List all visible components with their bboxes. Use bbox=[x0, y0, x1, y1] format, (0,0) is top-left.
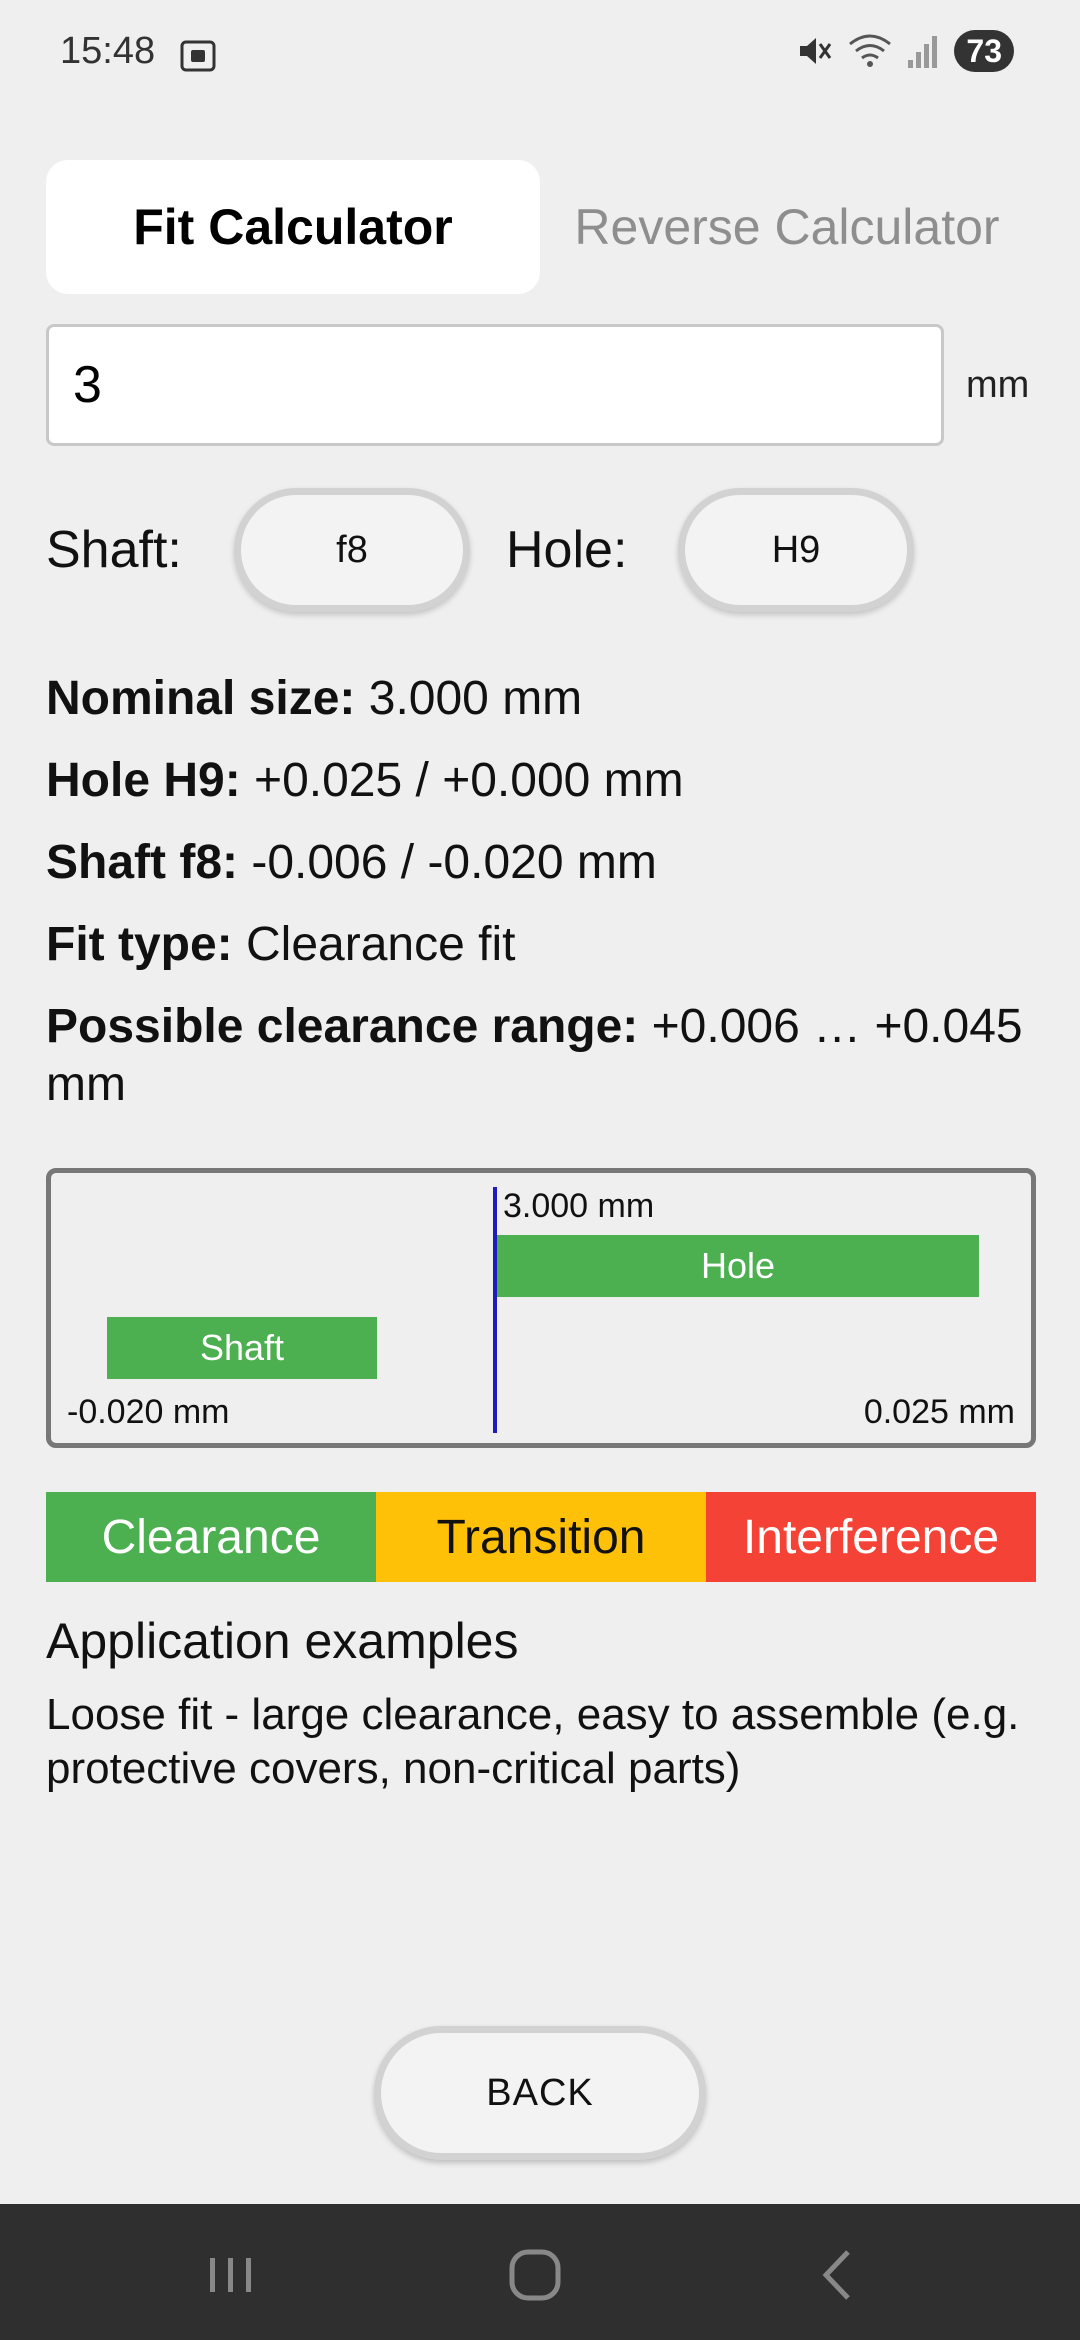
legend-interference: Interference bbox=[706, 1492, 1036, 1582]
back-icon[interactable] bbox=[804, 2240, 874, 2310]
hole-tolerance-button[interactable]: H9 bbox=[678, 488, 914, 612]
clearance-range-result: Possible clearance range: +0.006 … +0.04… bbox=[46, 1000, 1023, 1111]
home-icon[interactable] bbox=[500, 2240, 570, 2310]
legend-transition: Transition bbox=[376, 1492, 706, 1582]
fit-type-legend: Clearance Transition Interference bbox=[46, 1492, 1036, 1582]
wifi-icon bbox=[849, 34, 892, 67]
legend-clearance: Clearance bbox=[46, 1492, 376, 1582]
shaft-tolerance-button[interactable]: f8 bbox=[234, 488, 470, 612]
status-icons: 73 bbox=[796, 30, 1014, 72]
tab-reverse-calculator[interactable]: Reverse Calculator bbox=[540, 160, 1034, 294]
screenshot-icon bbox=[180, 40, 216, 72]
shaft-label: Shaft: bbox=[46, 521, 182, 579]
diagram-min-label: -0.020 mm bbox=[67, 1393, 230, 1431]
fit-type-result: Fit type: Clearance fit bbox=[46, 918, 516, 971]
status-bar: 15:48 73 bbox=[0, 0, 1080, 110]
signal-icon bbox=[908, 36, 938, 68]
back-button[interactable]: BACK bbox=[374, 2026, 706, 2160]
status-time: 15:48 bbox=[60, 30, 156, 72]
nominal-size-label: 3.000 mm bbox=[503, 1187, 655, 1225]
hole-label: Hole: bbox=[506, 521, 628, 579]
hole-tolerance-bar: Hole bbox=[497, 1235, 979, 1297]
nominal-size-result: Nominal size: 3.000 mm bbox=[46, 672, 583, 725]
calculator-tabs: Fit Calculator Reverse Calculator bbox=[46, 160, 1036, 294]
recents-icon[interactable] bbox=[196, 2240, 266, 2310]
nominal-zero-line bbox=[493, 1187, 497, 1433]
diagram-max-label: 0.025 mm bbox=[863, 1393, 1015, 1431]
unit-label: mm bbox=[966, 364, 1030, 406]
nominal-size-input[interactable]: 3 bbox=[46, 324, 944, 446]
hole-tolerance-result: Hole H9: +0.025 / +0.000 mm bbox=[46, 754, 684, 807]
tolerance-diagram: 3.000 mm Hole Shaft -0.020 mm 0.025 mm bbox=[46, 1168, 1036, 1448]
shaft-tolerance-result: Shaft f8: -0.006 / -0.020 mm bbox=[46, 836, 657, 889]
application-examples-title: Application examples bbox=[46, 1613, 519, 1669]
system-nav-bar bbox=[0, 2204, 1080, 2340]
mute-icon bbox=[800, 38, 832, 64]
results-panel: Nominal size: 3.000 mm Hole H9: +0.025 /… bbox=[46, 670, 1046, 1138]
application-examples-description: Loose fit - large clearance, easy to ass… bbox=[46, 1690, 1020, 1793]
tab-fit-calculator[interactable]: Fit Calculator bbox=[46, 160, 540, 294]
battery-indicator: 73 bbox=[954, 30, 1014, 72]
shaft-tolerance-bar: Shaft bbox=[107, 1317, 377, 1379]
